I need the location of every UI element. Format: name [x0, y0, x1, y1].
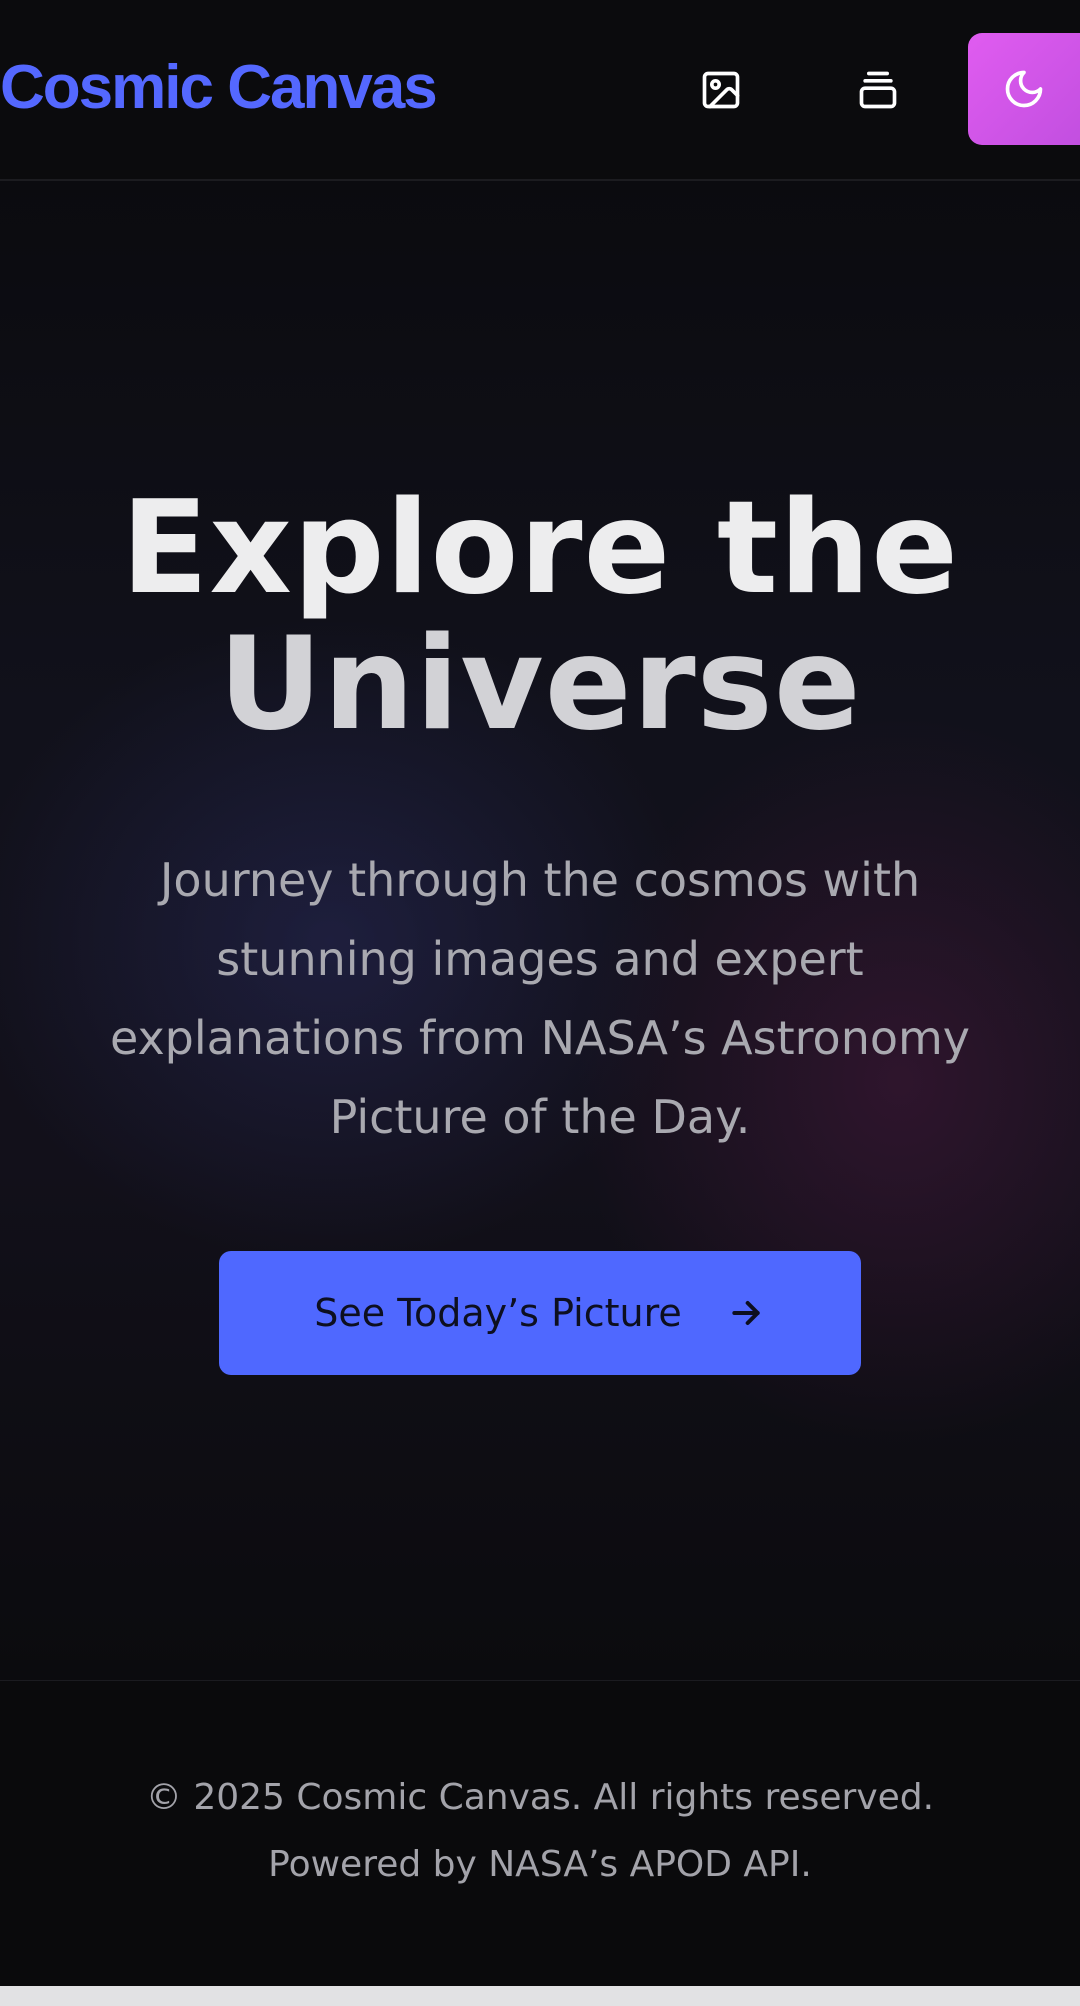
hero-title-line-2: Universe	[218, 610, 862, 759]
theme-toggle-button[interactable]	[968, 33, 1080, 145]
hero-title: Explore the Universe	[0, 481, 1080, 753]
page: Cosmic Canvas Explore the Universe Journ…	[0, 0, 1080, 1986]
hero-subtitle: Journey through the cosmos with stunning…	[109, 853, 971, 1144]
cta-label: See Today’s Picture	[314, 1291, 682, 1335]
see-todays-picture-button[interactable]: See Today’s Picture	[219, 1251, 861, 1375]
hero-title-line-1: Explore the	[120, 474, 960, 623]
gallery-nav-button[interactable]	[681, 50, 761, 130]
arrow-right-icon	[726, 1293, 766, 1333]
stack-icon	[859, 71, 897, 109]
hero-section: Explore the Universe Journey through the…	[0, 181, 1080, 1682]
brand-logo-text[interactable]: Cosmic Canvas	[0, 52, 438, 124]
moon-icon	[1005, 70, 1043, 108]
collection-nav-button[interactable]	[838, 50, 918, 130]
site-header: Cosmic Canvas	[0, 0, 1080, 181]
site-footer: © 2025 Cosmic Canvas. All rights reserve…	[0, 1681, 1080, 1986]
footer-copyright: © 2025 Cosmic Canvas. All rights reserve…	[145, 1777, 935, 1818]
image-icon	[702, 71, 740, 109]
footer-powered-by: Powered by NASA’s APOD API.	[268, 1844, 812, 1885]
